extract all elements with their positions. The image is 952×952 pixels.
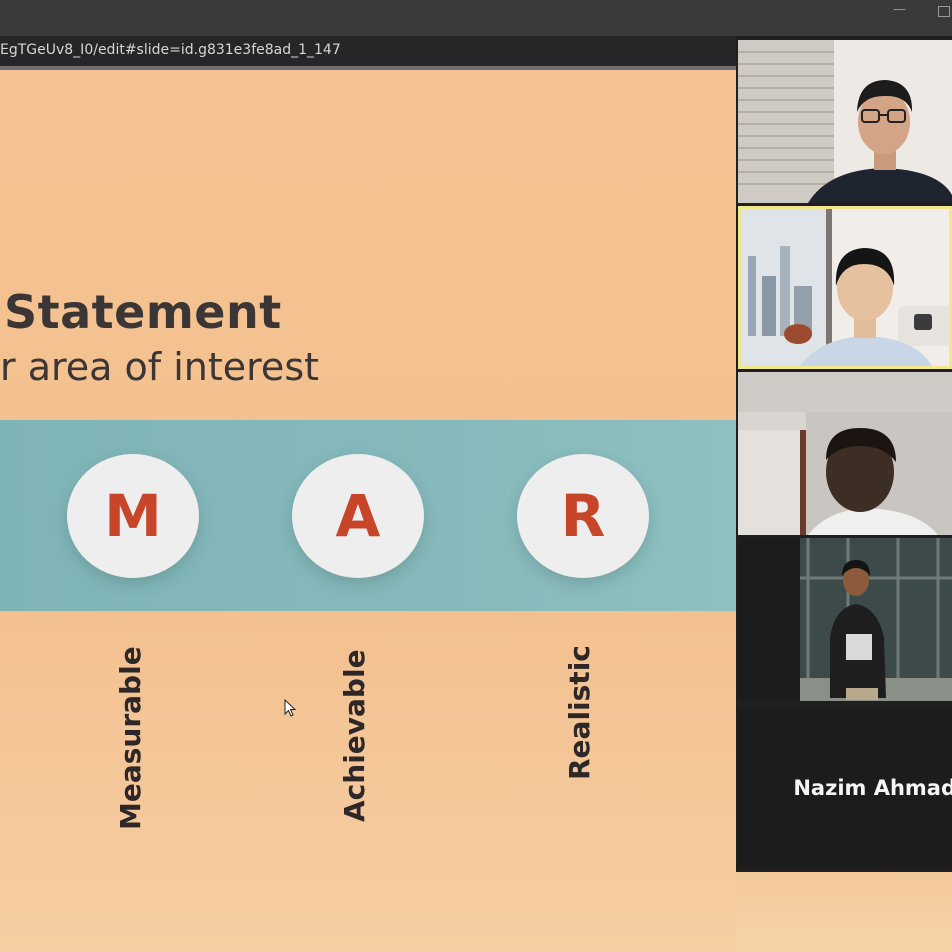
address-bar[interactable]: EgTGeUv8_I0/edit#slide=id.g831e3fe8ad_1_…: [0, 36, 738, 66]
participant-2-video-image: [738, 206, 952, 369]
letter-circle-r: R: [517, 454, 649, 578]
video-participants-panel: Nazim Ahmad: [736, 36, 952, 872]
letter-circle-m: M: [67, 454, 199, 578]
slide-title: Statement: [4, 285, 282, 339]
window-titlebar: —: [0, 0, 952, 36]
slide-subtitle: r area of interest: [0, 345, 320, 389]
letter-circle-a: A: [292, 454, 424, 578]
participant-video-4[interactable]: [738, 538, 952, 701]
slide-background-edge: [736, 872, 952, 952]
word-realistic: Realistic: [563, 645, 596, 780]
participant-name-tile[interactable]: Nazim Ahmad: [738, 708, 952, 868]
minimize-button[interactable]: —: [893, 2, 906, 17]
participant-name-label: Nazim Ahmad: [793, 776, 952, 800]
word-achievable: Achievable: [338, 649, 371, 822]
participant-video-1[interactable]: [738, 40, 952, 203]
participant-4-video-image: [738, 538, 952, 701]
presentation-slide: Statement r area of interest M A R Measu…: [0, 70, 736, 952]
letter-m: M: [104, 482, 162, 550]
address-bar-url: EgTGeUv8_I0/edit#slide=id.g831e3fe8ad_1_…: [0, 42, 341, 58]
letter-r: R: [560, 482, 606, 550]
participant-video-3[interactable]: [738, 372, 952, 535]
word-measurable: Measurable: [114, 646, 147, 830]
mouse-cursor-icon: [284, 699, 297, 717]
letter-a: A: [335, 482, 381, 550]
participant-video-2[interactable]: [738, 206, 952, 369]
participant-3-video-image: [738, 372, 952, 535]
participant-1-video-image: [738, 40, 952, 203]
maximize-button[interactable]: [938, 6, 950, 17]
